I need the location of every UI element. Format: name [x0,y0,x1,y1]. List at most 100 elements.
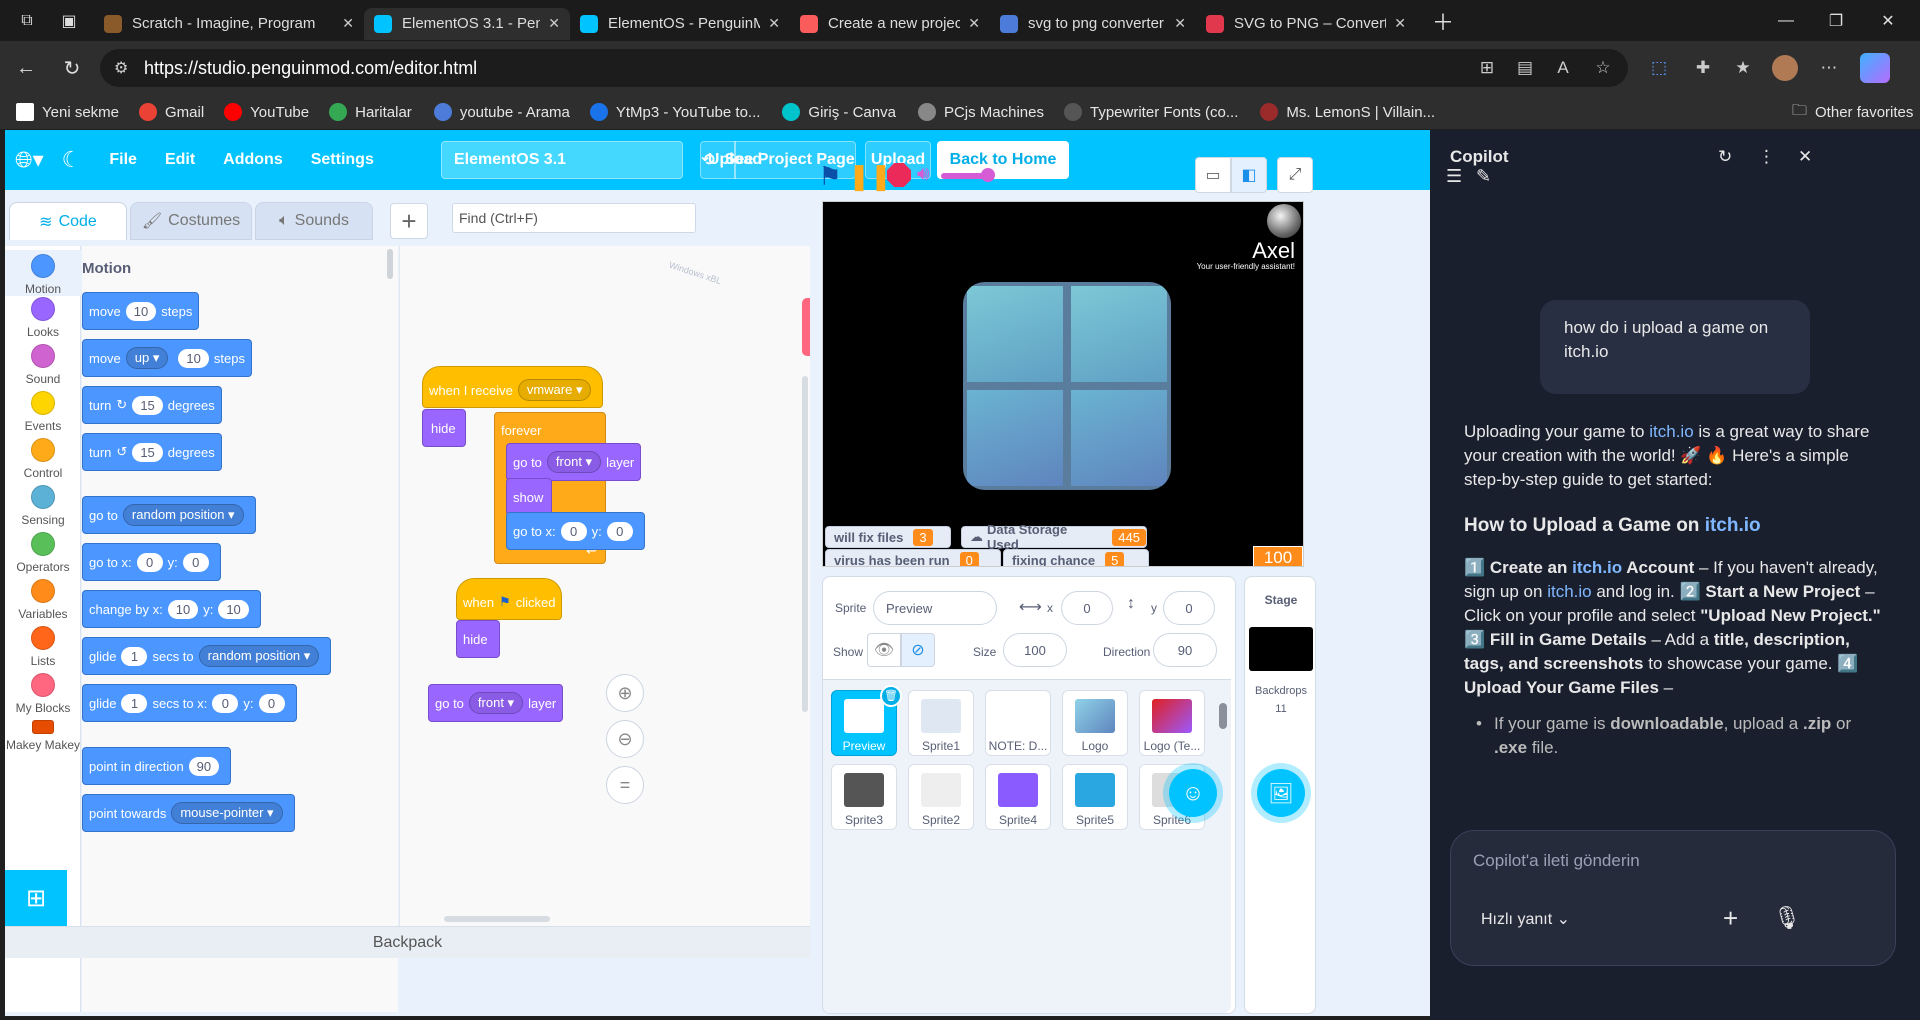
category-motion[interactable]: Motion [5,250,81,296]
bookmark-item[interactable]: YouTube [224,103,309,121]
sprite-list-scrollbar[interactable] [1219,703,1227,729]
itchio-link[interactable]: itch.io [1649,422,1693,441]
block-go-to-xy-ws[interactable]: go to x: 0 y: 0 [506,512,645,550]
block-go-to[interactable]: go to random position ▾ [82,496,256,534]
size-input[interactable]: 100 [1003,633,1067,667]
find-input[interactable]: Find (Ctrl+F) [452,203,696,233]
copilot-close-icon[interactable]: ✕ [1798,147,1812,167]
category-variables[interactable]: Variables [5,579,81,621]
theme-moon-icon[interactable]: ☾ [62,147,82,173]
menu-addons[interactable]: Addons [223,151,283,169]
workspace-scrollbar-h[interactable] [444,916,550,922]
workspace-scrollbar-v[interactable] [802,376,808,712]
fullscreen-button[interactable]: ⤢ [1277,157,1313,193]
add-extension-button[interactable]: + [390,203,428,239]
block-when-flag-clicked[interactable]: when ⚑ clicked [456,578,563,620]
menu-file[interactable]: File [109,151,137,169]
sprite-tile[interactable]: Preview 🗑︎ [831,685,902,756]
browser-tab-1[interactable]: Scratch - Imagine, Program ✕ [94,8,364,40]
restore-icon[interactable]: ❐ [1806,0,1866,41]
bookmark-item[interactable]: Yeni sekme [16,103,119,121]
microphone-icon[interactable]: 🎙︎ [1773,905,1801,931]
pause-button[interactable]: ❚❚ [848,159,892,193]
copilot-input[interactable]: Copilot'a ileti gönderin [1473,851,1640,871]
workspace-scrollbar-red[interactable] [802,298,810,356]
add-sprite-button[interactable]: ☺ [1169,769,1217,817]
quick-reply-dropdown[interactable]: Hızlı yanıt ⌄ [1481,909,1570,929]
block-glide-to[interactable]: glide 1 secs to random position ▾ [82,637,332,675]
other-favorites[interactable]: 🗀 Other favorites [1792,100,1913,125]
zoom-in-button[interactable]: ⊕ [606,674,644,712]
tab-actions-icon[interactable]: ▣ [54,6,84,36]
block-move-direction[interactable]: move up ▾ 10 steps [82,339,252,377]
url-field[interactable]: ⚙ https://studio.penguinmod.com/editor.h… [100,49,1628,87]
sprite-tile[interactable]: Sprite3 [831,764,897,830]
copilot-more-icon[interactable]: ⋮ [1758,147,1775,167]
browser-tab-2[interactable]: ElementOS 3.1 - Pengu ✕ [364,7,570,40]
palette-scrollbar[interactable] [387,249,393,279]
x-input[interactable]: 0 [1061,591,1113,625]
translate-icon[interactable]: ⬚ [1646,55,1672,81]
upload-button[interactable]: Upload [708,141,762,179]
sprite-tile[interactable]: Sprite4 [985,764,1051,830]
category-my-blocks[interactable]: My Blocks [5,673,81,715]
code-workspace[interactable]: Windows xBL when I receive vmware ▾ hide… [399,246,810,926]
volume-slider-knob[interactable] [981,168,995,182]
favorite-star-icon[interactable]: ☆ [1590,55,1616,81]
language-globe-icon[interactable]: 🌐︎▾ [15,147,44,173]
close-tab-icon[interactable]: ✕ [1394,15,1406,32]
tab-sounds[interactable]: 🔈︎ Sounds [255,202,373,240]
block-hide-1[interactable]: hide [422,409,466,447]
extensions-icon[interactable]: ✚ [1690,55,1716,81]
green-flag-button[interactable]: ⚑ [813,159,847,193]
category-operators[interactable]: Operators [5,532,81,574]
y-input[interactable]: 0 [1163,591,1215,625]
sprite-tile[interactable]: Sprite2 [908,764,974,830]
sprite-tile[interactable]: Sprite5 [1062,764,1128,830]
block-show[interactable]: show [506,478,552,516]
sprite-tile[interactable]: Logo (Te... [1139,690,1205,756]
block-turn-ccw[interactable]: turn ↺ 15 degrees [82,433,222,471]
sprite-name-input[interactable]: Preview [873,591,997,625]
close-tab-icon[interactable]: ✕ [768,15,780,32]
bookmark-item[interactable]: YtMp3 - YouTube to... [589,103,760,121]
close-tab-icon[interactable]: ✕ [548,15,560,32]
avatar[interactable] [1772,55,1798,81]
block-go-to-xy[interactable]: go to x: 0 y: 0 [82,543,221,581]
tab-costumes[interactable]: 🖌︎ Costumes [130,202,252,240]
copilot-add-icon[interactable]: + [1723,903,1738,934]
small-stage-button[interactable]: ▭ [1195,157,1231,193]
block-go-to-layer[interactable]: go to front ▾ layer [506,443,642,481]
sprite-tile[interactable]: Sprite1 [908,690,974,756]
browser-tab-5[interactable]: svg to png converter - Aran ✕ [990,8,1196,40]
bookmark-item[interactable]: Typewriter Fonts (co... [1064,103,1238,121]
refresh-icon[interactable]: ↻ [52,48,92,88]
browser-tab-3[interactable]: ElementOS - PenguinMod ✕ [570,8,790,40]
close-window-icon[interactable]: ✕ [1858,0,1918,41]
apps-icon[interactable]: ⊞ [1474,55,1500,81]
category-looks[interactable]: Looks [5,297,81,339]
bookmark-item[interactable]: Giriş - Canva [782,103,896,121]
delete-sprite-icon[interactable]: 🗑︎ [880,685,902,707]
block-when-i-receive[interactable]: when I receive vmware ▾ [422,366,604,408]
bookmark-item[interactable]: Gmail [139,103,204,121]
block-hide-2[interactable]: hide [456,620,500,658]
new-tab-icon[interactable]: ＋ [1428,6,1458,36]
browser-tab-6[interactable]: SVG to PNG – Convert SVG ✕ [1196,8,1416,40]
menu-edit[interactable]: Edit [165,151,195,169]
workspaces-icon[interactable]: ⧉ [12,6,42,36]
category-lists[interactable]: Lists [5,626,81,668]
site-info-icon[interactable]: ⚙ [114,58,128,78]
block-move-steps[interactable]: move 10 steps [82,292,200,330]
block-glide-xy[interactable]: glide 1 secs to x: 0 y: 0 [82,684,297,722]
read-aloud-icon[interactable]: A [1550,55,1576,81]
bookmark-item[interactable]: PCjs Machines [917,103,1044,121]
bookmark-item[interactable]: Haritalar [329,103,412,121]
bookmark-item[interactable]: youtube - Arama [433,103,570,121]
reader-icon[interactable]: ▤ [1512,55,1538,81]
category-events[interactable]: Events [5,391,81,433]
sprite-tile[interactable]: NOTE: D... [985,690,1051,756]
block-change-by[interactable]: change by x: 10 y: 10 [82,590,261,628]
close-tab-icon[interactable]: ✕ [342,15,354,32]
browser-tab-4[interactable]: Create a new project - itch. ✕ [790,8,990,40]
